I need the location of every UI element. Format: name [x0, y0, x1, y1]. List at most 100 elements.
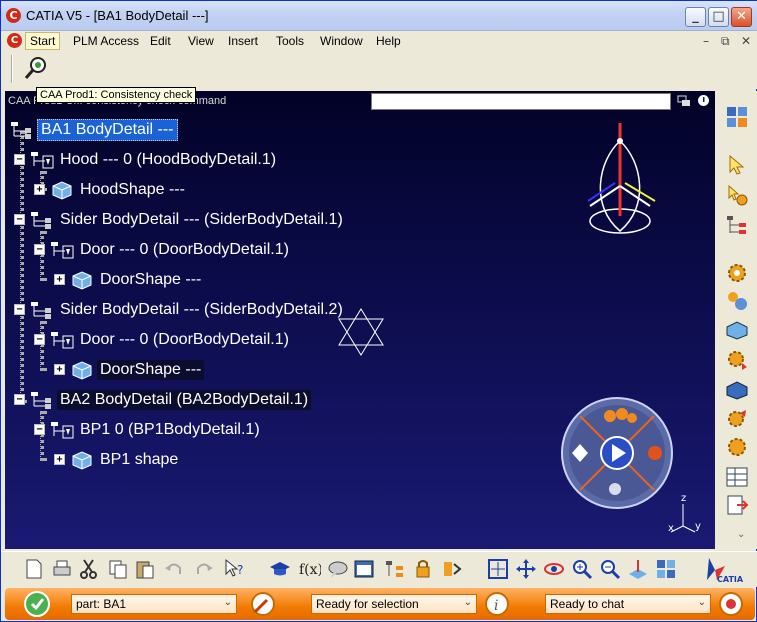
- search-input[interactable]: [371, 93, 671, 110]
- close-button[interactable]: ✕: [731, 7, 752, 27]
- collapse-toggle[interactable]: −: [14, 214, 25, 225]
- title-bar[interactable]: C CATIA V5 - [BA1 BodyDetail ---] _ □ ✕: [1, 1, 757, 31]
- enovia-icon[interactable]: [23, 590, 51, 618]
- chevron-down-icon[interactable]: ⌄: [698, 597, 706, 608]
- tree-node-label[interactable]: Door --- 0 (DoorBodyDetail.1): [77, 240, 292, 260]
- tree-node-doorshape-2[interactable]: DoorShape ---: [69, 358, 205, 382]
- collapse-toggle[interactable]: −: [34, 424, 45, 435]
- gear-update-icon[interactable]: [725, 407, 749, 431]
- tree-node-label[interactable]: BA1 BodyDetail ---: [37, 119, 178, 141]
- menu-tools[interactable]: Tools: [271, 34, 309, 48]
- geometry-viewer[interactable]: CAA Prod1 C... consistency check command…: [5, 91, 715, 549]
- normal-view-icon[interactable]: [627, 558, 649, 580]
- comment-icon[interactable]: [327, 558, 349, 580]
- toolbar-grip[interactable]: [11, 55, 13, 83]
- search-go-icon[interactable]: [697, 94, 710, 107]
- select-tool-icon[interactable]: [249, 590, 277, 618]
- tree-node-label[interactable]: Sider BodyDetail --- (SiderBodyDetail.2): [57, 300, 346, 320]
- formula-icon[interactable]: f(x): [299, 558, 321, 580]
- zoom-in-icon[interactable]: [571, 558, 593, 580]
- collapse-toggle[interactable]: −: [34, 244, 45, 255]
- select-arrow-icon[interactable]: [725, 153, 749, 177]
- menu-view[interactable]: View: [183, 34, 219, 48]
- chevron-down-icon[interactable]: ⌄: [737, 529, 745, 540]
- redo-icon[interactable]: [193, 558, 215, 580]
- gear-settings-icon[interactable]: [725, 435, 749, 459]
- tree-node-bp1-shape[interactable]: BP1 shape: [69, 448, 181, 472]
- menu-help[interactable]: Help: [371, 34, 406, 48]
- compass-icon[interactable]: [580, 121, 660, 236]
- tree-node-bp1[interactable]: BP1 0 (BP1BodyDetail.1): [49, 418, 263, 442]
- tree-node-label[interactable]: DoorShape ---: [97, 360, 205, 380]
- part-selector[interactable]: part: BA1 ⌄: [71, 594, 237, 614]
- geometry-hexagram[interactable]: [335, 307, 387, 357]
- tree-node-label[interactable]: HoodShape ---: [77, 180, 188, 200]
- tree-node-label[interactable]: Sider BodyDetail --- (SiderBodyDetail.1): [57, 210, 346, 230]
- tree-node-door-1[interactable]: Door --- 0 (DoorBodyDetail.1): [49, 238, 292, 262]
- tree-node-sider-1[interactable]: Sider BodyDetail --- (SiderBodyDetail.1): [29, 208, 346, 232]
- expand-toggle[interactable]: +: [34, 184, 45, 195]
- doc-close-button[interactable]: ✕: [741, 34, 751, 48]
- collapse-toggle[interactable]: −: [14, 394, 25, 405]
- doc-minimize-button[interactable]: –: [703, 34, 709, 48]
- tree-node-label[interactable]: Hood --- 0 (HoodBodyDetail.1): [57, 150, 279, 170]
- collaboration-wheel[interactable]: [560, 396, 675, 511]
- structure-icon[interactable]: [384, 558, 406, 580]
- tree-node-hoodshape[interactable]: HoodShape ---: [49, 178, 188, 202]
- chevron-down-icon[interactable]: ⌄: [464, 597, 472, 608]
- undo-icon[interactable]: [163, 558, 185, 580]
- tree-expand-icon[interactable]: [725, 213, 749, 237]
- collapse-toggle[interactable]: −: [14, 154, 25, 165]
- menu-edit[interactable]: Edit: [145, 34, 176, 48]
- new-document-icon[interactable]: [23, 558, 45, 580]
- tree-node-label[interactable]: BP1 0 (BP1BodyDetail.1): [77, 420, 263, 440]
- catia-app-icon[interactable]: C: [6, 8, 21, 23]
- menu-plm-access[interactable]: PLM Access: [68, 34, 144, 48]
- part-insert-icon[interactable]: [725, 377, 749, 401]
- publish-icon[interactable]: [441, 558, 463, 580]
- tree-node-label[interactable]: Door --- 0 (DoorBodyDetail.1): [77, 330, 292, 350]
- maximize-button[interactable]: □: [708, 7, 729, 27]
- multi-gear-icon[interactable]: [725, 289, 749, 313]
- fit-all-icon[interactable]: [487, 558, 509, 580]
- tree-node-door-2[interactable]: Door --- 0 (DoorBodyDetail.1): [49, 328, 292, 352]
- gear-insert-icon[interactable]: [725, 347, 749, 371]
- chat-icon[interactable]: [717, 590, 745, 618]
- catalog-icon[interactable]: [353, 558, 375, 580]
- expand-toggle[interactable]: +: [54, 274, 65, 285]
- menu-insert[interactable]: Insert: [223, 34, 263, 48]
- collapse-toggle[interactable]: −: [34, 334, 45, 345]
- menu-window[interactable]: Window: [315, 34, 368, 48]
- export-icon[interactable]: [725, 493, 749, 517]
- tree-node-ba2-bodydetail[interactable]: BA2 BodyDetail (BA2BodyDetail.1): [29, 388, 312, 412]
- doc-restore-button[interactable]: ⧉: [721, 34, 730, 49]
- tree-node-doorshape-1[interactable]: DoorShape ---: [69, 268, 204, 292]
- gear-icon[interactable]: [725, 261, 749, 285]
- multi-view-icon[interactable]: [655, 558, 677, 580]
- lock-icon[interactable]: [413, 558, 435, 580]
- product-structure-icon[interactable]: [725, 105, 749, 129]
- chevron-down-icon[interactable]: ⌄: [224, 597, 232, 608]
- minimize-button[interactable]: _: [685, 7, 706, 27]
- whats-this-icon[interactable]: ?: [223, 558, 245, 580]
- cut-icon[interactable]: [78, 558, 100, 580]
- rotate-icon[interactable]: [543, 558, 565, 580]
- menu-start[interactable]: Start: [25, 32, 61, 50]
- chat-status-field[interactable]: Ready to chat ⌄: [545, 594, 711, 614]
- zoom-out-icon[interactable]: [599, 558, 621, 580]
- document-menu-icon[interactable]: C: [7, 33, 22, 48]
- select-gear-icon[interactable]: [725, 183, 749, 207]
- expand-toggle[interactable]: +: [54, 364, 65, 375]
- consistency-check-icon[interactable]: [23, 55, 49, 81]
- expand-toggle[interactable]: +: [54, 454, 65, 465]
- tree-node-label[interactable]: BP1 shape: [97, 450, 181, 470]
- table-icon[interactable]: [725, 465, 749, 489]
- tree-node-ba1-bodydetail[interactable]: BA1 BodyDetail ---: [9, 118, 178, 142]
- tree-node-label[interactable]: DoorShape ---: [97, 270, 204, 290]
- assembly-icon[interactable]: [725, 317, 749, 341]
- paste-icon[interactable]: [134, 558, 156, 580]
- tree-node-label[interactable]: BA2 BodyDetail (BA2BodyDetail.1): [57, 390, 312, 410]
- selection-status-field[interactable]: Ready for selection ⌄: [311, 594, 477, 614]
- info-icon[interactable]: i: [483, 590, 511, 618]
- copy-icon[interactable]: [107, 558, 129, 580]
